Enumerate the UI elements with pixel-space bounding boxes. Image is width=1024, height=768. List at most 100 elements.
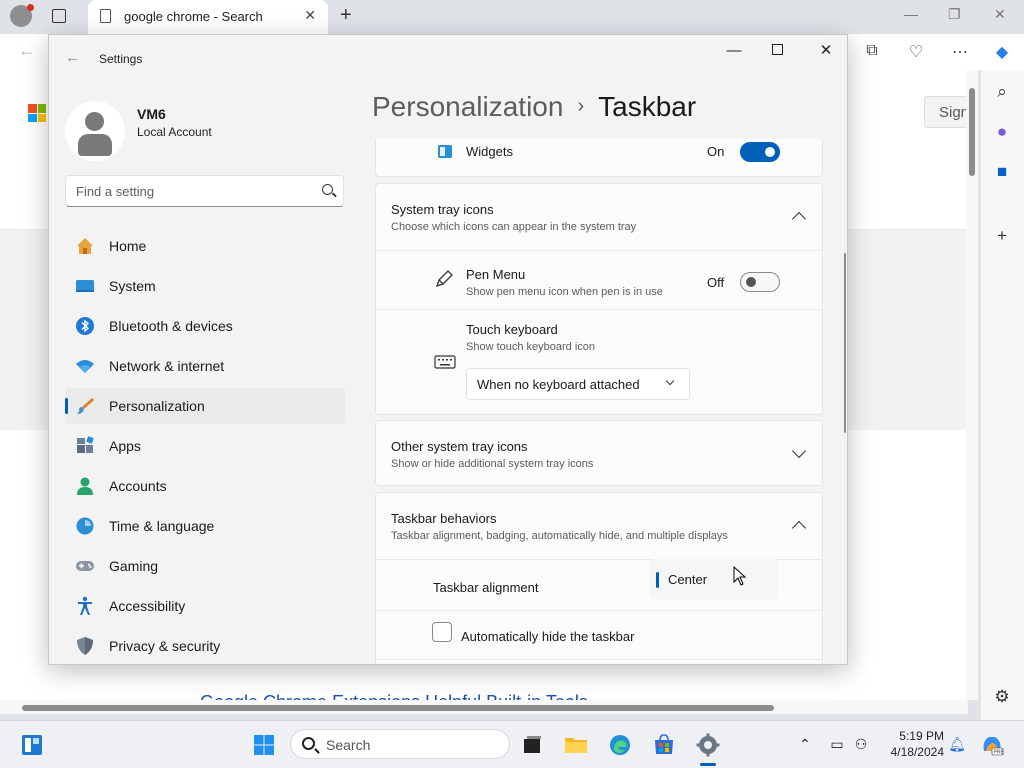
settings-taskbar-icon[interactable] bbox=[696, 733, 720, 757]
sign-in-button[interactable]: Sign bbox=[924, 96, 968, 128]
dropdown-value: When no keyboard attached bbox=[477, 377, 640, 392]
taskbar-alignment-select[interactable]: Center bbox=[650, 559, 778, 599]
pen-menu-row: Pen Menu Show pen menu icon when pen is … bbox=[376, 251, 823, 309]
home-icon bbox=[77, 238, 93, 254]
network-status-icon[interactable]: ⚇ bbox=[852, 736, 870, 753]
browser-restore-button[interactable]: ❐ bbox=[948, 6, 961, 23]
nav-label: Network & internet bbox=[109, 358, 225, 374]
settings-back-button[interactable]: ← bbox=[65, 49, 80, 66]
sidebar-add-icon[interactable]: + bbox=[992, 226, 1012, 246]
clock-time: 5:19 PM bbox=[899, 729, 944, 743]
search-icon[interactable] bbox=[322, 184, 333, 195]
sidebar-search-icon[interactable]: ⌕ bbox=[992, 82, 1012, 102]
pen-menu-title: Pen Menu bbox=[466, 267, 526, 282]
apps-icon bbox=[77, 436, 94, 453]
bluetooth-icon bbox=[76, 317, 94, 335]
settings-window: ← Settings — ✕ VM6 Local Account Home Sy… bbox=[48, 34, 848, 665]
browser-back-button[interactable]: ← bbox=[18, 40, 36, 61]
other-tray-card[interactable]: Other system tray icons Show or hide add… bbox=[375, 420, 823, 486]
sidebar-settings-icon[interactable]: ⚙ bbox=[992, 687, 1012, 707]
chevron-up-icon[interactable] bbox=[791, 520, 807, 536]
nav-item-personalization[interactable]: Personalization bbox=[65, 388, 345, 424]
touch-keyboard-dropdown[interactable]: When no keyboard attached bbox=[466, 368, 690, 400]
page-icon bbox=[100, 9, 111, 23]
user-account-type: Local Account bbox=[137, 125, 212, 139]
copilot-taskbar-icon[interactable]: PRE bbox=[980, 733, 1004, 757]
browser-essentials-icon[interactable]: ♡ bbox=[906, 42, 926, 62]
settings-search-input[interactable] bbox=[76, 182, 306, 200]
settings-search-box[interactable] bbox=[65, 175, 344, 207]
store-icon[interactable] bbox=[652, 733, 676, 757]
settings-minimize-button[interactable]: — bbox=[726, 43, 742, 59]
more-options-icon[interactable]: ⋯ bbox=[950, 42, 970, 62]
tab-actions-icon[interactable] bbox=[52, 9, 66, 23]
file-explorer-icon[interactable] bbox=[564, 733, 588, 757]
settings-scrollbar[interactable] bbox=[844, 253, 846, 433]
nav-item-bluetooth[interactable]: Bluetooth & devices bbox=[65, 308, 345, 344]
nav-label: Privacy & security bbox=[109, 638, 221, 654]
gaming-icon bbox=[76, 561, 94, 571]
page-horizontal-scroll-thumb[interactable] bbox=[22, 705, 774, 711]
browser-minimize-button[interactable]: — bbox=[904, 6, 918, 22]
edge-icon[interactable] bbox=[608, 733, 632, 757]
microsoft-logo-icon[interactable] bbox=[28, 104, 46, 122]
sidebar-copilot-icon[interactable]: ● bbox=[992, 122, 1012, 142]
taskbar-behaviors-header[interactable]: Taskbar behaviors Taskbar alignment, bad… bbox=[376, 493, 823, 559]
autohide-checkbox[interactable] bbox=[432, 622, 452, 642]
nav-label: Personalization bbox=[109, 398, 205, 414]
widgets-icon bbox=[438, 145, 452, 158]
copilot-icon[interactable]: ◆ bbox=[992, 42, 1012, 62]
tab-close-icon[interactable]: ✕ bbox=[304, 7, 316, 24]
start-icon[interactable] bbox=[252, 733, 276, 757]
taskbar-behaviors-title: Taskbar behaviors bbox=[391, 511, 497, 526]
nav-item-accessibility[interactable]: Accessibility bbox=[65, 588, 345, 624]
nav-item-apps[interactable]: Apps bbox=[65, 428, 345, 464]
keyboard-icon bbox=[434, 355, 456, 369]
widgets-taskbar-icon[interactable] bbox=[20, 733, 44, 757]
chevron-up-icon[interactable] bbox=[791, 211, 807, 227]
nav-label: Apps bbox=[109, 438, 141, 454]
shield-icon bbox=[77, 637, 93, 655]
display-icon[interactable]: ▭ bbox=[828, 736, 846, 753]
system-tray-header[interactable]: System tray icons Choose which icons can… bbox=[376, 184, 823, 250]
breadcrumb: Personalization › Taskbar bbox=[372, 91, 696, 123]
windows-taskbar bbox=[0, 720, 1024, 768]
settings-content: Widgets On System tray icons Choose whic… bbox=[375, 139, 823, 664]
other-tray-title: Other system tray icons bbox=[391, 439, 528, 454]
chevron-down-icon bbox=[665, 376, 675, 386]
nav-item-home[interactable]: Home bbox=[65, 228, 345, 264]
task-view-icon[interactable] bbox=[520, 733, 544, 757]
browser-close-button[interactable]: ✕ bbox=[994, 6, 1006, 23]
nav-label: System bbox=[109, 278, 156, 294]
clock-date: 4/18/2024 bbox=[890, 745, 944, 759]
widgets-label: Widgets bbox=[466, 144, 513, 159]
nav-label: Bluetooth & devices bbox=[109, 318, 233, 334]
outlook-icon[interactable]: ■ bbox=[992, 162, 1012, 182]
touch-keyboard-title: Touch keyboard bbox=[466, 322, 558, 337]
settings-maximize-button[interactable] bbox=[772, 44, 783, 55]
autohide-label: Automatically hide the taskbar bbox=[461, 629, 635, 644]
profile-avatar-icon[interactable] bbox=[10, 4, 34, 27]
user-avatar-icon[interactable] bbox=[65, 101, 125, 161]
new-tab-button[interactable]: + bbox=[340, 4, 352, 27]
breadcrumb-parent[interactable]: Personalization bbox=[372, 91, 563, 122]
touch-keyboard-subtitle: Show touch keyboard icon bbox=[466, 341, 596, 353]
pen-menu-toggle[interactable] bbox=[740, 272, 780, 292]
browser-tab[interactable]: google chrome - Search ✕ bbox=[88, 0, 328, 34]
taskbar-search-box[interactable]: Search bbox=[290, 729, 510, 759]
nav-item-privacy-security[interactable]: Privacy & security bbox=[65, 628, 345, 664]
widgets-toggle[interactable] bbox=[740, 142, 780, 162]
nav-item-gaming[interactable]: Gaming bbox=[65, 548, 345, 584]
taskbar-clock[interactable]: 5:19 PM 4/18/2024 bbox=[884, 728, 944, 760]
settings-close-button[interactable]: ✕ bbox=[818, 43, 834, 59]
nav-item-accounts[interactable]: Accounts bbox=[65, 468, 345, 504]
breadcrumb-separator: › bbox=[577, 95, 585, 117]
nav-item-system[interactable]: System bbox=[65, 268, 345, 304]
notification-bell-icon[interactable]: 🔔︎ bbox=[948, 736, 966, 753]
page-vertical-scroll-thumb[interactable] bbox=[969, 88, 975, 176]
nav-item-time-language[interactable]: Time & language bbox=[65, 508, 345, 544]
collections-icon[interactable]: ⧉ bbox=[862, 42, 882, 60]
chevron-up-icon[interactable]: ⌃ bbox=[796, 736, 814, 753]
chevron-down-icon[interactable] bbox=[791, 443, 807, 459]
nav-item-network[interactable]: Network & internet bbox=[65, 348, 345, 384]
